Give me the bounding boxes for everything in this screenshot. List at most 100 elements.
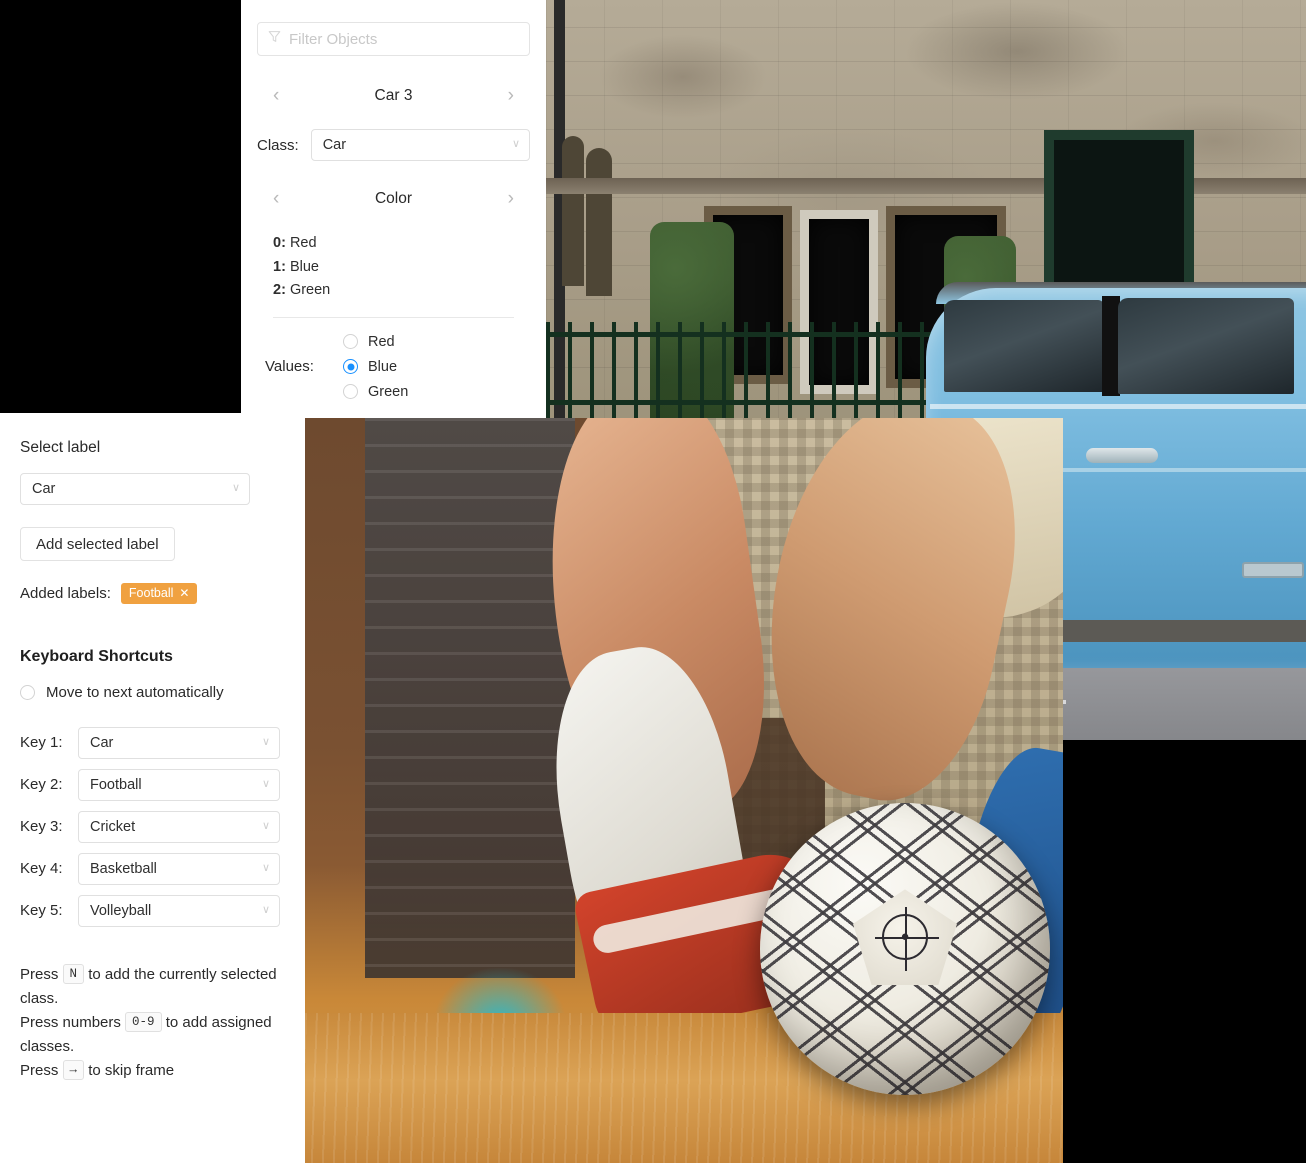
- object-attribute-panel: Filter Objects ‹ Car 3 › Class: Car ∨ ‹ …: [241, 0, 546, 419]
- class-field-label: Class:: [257, 136, 299, 154]
- key-binding-row-4: Key 4: Basketball ∨: [20, 852, 280, 885]
- prev-attribute-icon[interactable]: ‹: [267, 187, 285, 210]
- added-label-tag-football[interactable]: Football ✕: [120, 583, 198, 604]
- chevron-down-icon: ∨: [261, 903, 270, 916]
- key-4-select[interactable]: Basketball ∨: [78, 852, 280, 885]
- key-2-value: Football: [90, 776, 142, 793]
- key-binding-row-5: Key 5: Volleyball ∨: [20, 894, 280, 927]
- help-1-before: Press: [20, 965, 59, 983]
- chevron-down-icon: ∨: [261, 777, 270, 790]
- move-to-next-toggle[interactable]: Move to next automatically: [20, 684, 280, 701]
- radio-option-green[interactable]: Green: [343, 384, 408, 400]
- next-object-icon[interactable]: ›: [502, 84, 520, 107]
- key-5-select[interactable]: Volleyball ∨: [78, 894, 280, 927]
- help-3-before: Press: [20, 1061, 59, 1079]
- football-annotation-image[interactable]: ●: [305, 418, 1063, 1163]
- kbd-arrow-right: →: [62, 1059, 85, 1080]
- radio-icon-selected: [343, 359, 358, 374]
- chevron-down-icon: ∨: [261, 861, 270, 874]
- filter-objects-placeholder: Filter Objects: [289, 30, 378, 48]
- key-2-select[interactable]: Football ∨: [78, 768, 280, 801]
- arched-window-2: [586, 148, 612, 296]
- kbd-n: N: [62, 963, 85, 984]
- filter-objects-input[interactable]: Filter Objects: [257, 22, 530, 56]
- values-row: Values: Red Blue Green: [257, 334, 530, 400]
- radio-icon: [343, 334, 358, 349]
- added-labels-row: Added labels: Football ✕: [20, 583, 280, 604]
- values-radio-group: Red Blue Green: [343, 334, 408, 400]
- prev-object-icon[interactable]: ‹: [267, 84, 285, 107]
- attribute-navigator: ‹ Color ›: [257, 187, 530, 210]
- current-attribute-title: Color: [374, 189, 413, 207]
- key-4-value: Basketball: [90, 860, 157, 877]
- help-line-1: Press N to add the currently selected cl…: [20, 963, 280, 1011]
- kbd-0-9: 0-9: [125, 1011, 162, 1032]
- car-door-handle: [1086, 448, 1158, 463]
- radio-label: Red: [368, 333, 395, 350]
- enum-index: 2:: [273, 282, 286, 298]
- object-navigator: ‹ Car 3 ›: [257, 84, 530, 107]
- key-1-value: Car: [90, 734, 114, 751]
- car-trim-upper: [930, 404, 1306, 409]
- stadium-stand: [365, 418, 575, 978]
- radio-option-blue[interactable]: Blue: [343, 359, 408, 375]
- attribute-enum-list: 0: Red 1: Blue 2: Green: [257, 232, 530, 303]
- enum-index: 1:: [273, 258, 286, 275]
- key-3-select[interactable]: Cricket ∨: [78, 810, 280, 843]
- tag-text: Football: [128, 586, 174, 600]
- radio-icon: [343, 384, 358, 399]
- radio-icon: [20, 684, 35, 700]
- chevron-down-icon: ∨: [231, 482, 240, 495]
- class-select[interactable]: Car ∨: [310, 129, 530, 161]
- radio-option-red[interactable]: Red: [343, 334, 408, 350]
- key-5-value: Volleyball: [90, 902, 152, 919]
- car-window-rear: [944, 300, 1104, 392]
- enum-index: 0:: [273, 235, 286, 251]
- help-line-2: Press numbers 0-9 to add assigned classe…: [20, 1011, 280, 1059]
- app-root: Filter Objects ‹ Car 3 › Class: Car ∨ ‹ …: [0, 0, 1306, 1163]
- help-2-before: Press numbers: [20, 1013, 121, 1031]
- key-label: Key 3:: [20, 818, 63, 835]
- next-attribute-icon[interactable]: ›: [502, 187, 520, 210]
- chevron-down-icon: ∨: [261, 735, 270, 748]
- radio-label: Green: [368, 383, 409, 400]
- soccer-ball: ●: [760, 803, 1050, 1095]
- car-side-badge: [1242, 562, 1304, 578]
- help-1-after: to add the currently selected class.: [20, 965, 277, 1007]
- values-label: Values:: [265, 358, 314, 375]
- enum-item: 0: Red: [273, 232, 530, 256]
- help-line-3: Press → to skip frame: [20, 1059, 280, 1083]
- key-binding-row-1: Key 1: Car ∨: [20, 726, 280, 759]
- key-1-select[interactable]: Car ∨: [78, 726, 280, 759]
- key-binding-row-3: Key 3: Cricket ∨: [20, 810, 280, 843]
- backdrop-bottom-right: [1063, 740, 1306, 1163]
- chevron-down-icon: ∨: [261, 819, 270, 832]
- ball-logo-icon: ●: [875, 907, 939, 972]
- close-icon[interactable]: ✕: [179, 587, 189, 599]
- added-labels-title: Added labels:: [20, 584, 111, 602]
- key-label: Key 4:: [20, 860, 63, 877]
- key-binding-row-2: Key 2: Football ∨: [20, 768, 280, 801]
- enum-item: 2: Green: [273, 279, 530, 303]
- move-to-next-label: Move to next automatically: [46, 683, 224, 701]
- label-tool-panel: Select label Car ∨ Add selected label Ad…: [0, 413, 300, 1163]
- select-label-title: Select label: [20, 439, 101, 456]
- filter-funnel-icon: [268, 30, 281, 48]
- enum-name: Green: [289, 282, 331, 298]
- arched-window-1: [562, 136, 584, 286]
- backdrop-right-edge: [1296, 740, 1306, 1163]
- chevron-down-icon: ∨: [511, 138, 520, 151]
- class-select-value: Car: [322, 137, 347, 153]
- enum-item: 1: Blue: [273, 256, 530, 280]
- class-field-row: Class: Car ∨: [257, 129, 530, 161]
- add-selected-label-button[interactable]: Add selected label: [20, 527, 175, 561]
- current-object-title: Car 3: [374, 86, 413, 104]
- shortcut-help-text: Press N to add the currently selected cl…: [20, 963, 280, 1083]
- car-window-front: [1118, 298, 1294, 394]
- select-label-dropdown[interactable]: Car ∨: [20, 473, 250, 505]
- backdrop-top-left: [0, 0, 241, 413]
- radio-label: Blue: [368, 358, 398, 375]
- help-3-after: to skip frame: [88, 1061, 175, 1079]
- enum-name: Blue: [289, 258, 319, 275]
- key-3-value: Cricket: [90, 818, 136, 835]
